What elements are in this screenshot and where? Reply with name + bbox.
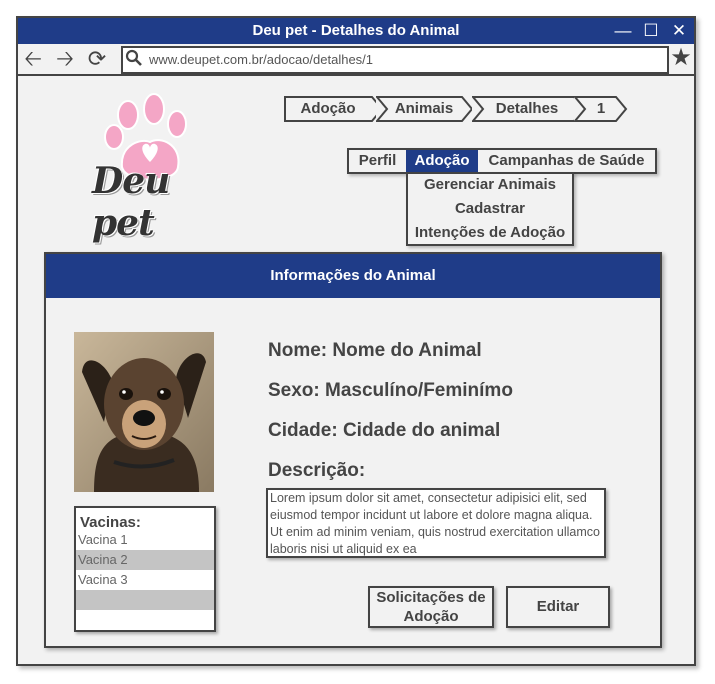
- menu-item-perfil[interactable]: Perfil: [349, 150, 406, 172]
- vacinas-list: Vacinas: Vacina 1 Vacina 2 Vacina 3: [74, 506, 216, 632]
- menu-item-adocao[interactable]: Adoção: [406, 150, 478, 172]
- animal-city: Cidade: Cidade do animal: [268, 420, 501, 441]
- back-arrow-icon[interactable]: 🡠: [20, 46, 46, 72]
- vacinas-title: Vacinas:: [80, 514, 141, 531]
- animal-info-panel: Informações do Animal Vacinas: Vacina 1 …: [44, 252, 662, 648]
- logo-text: Deu pet: [92, 160, 170, 244]
- search-icon: [125, 49, 142, 66]
- refresh-icon[interactable]: ⟳: [84, 46, 110, 72]
- url-text: www.deupet.com.br/adocao/detalhes/1: [149, 52, 374, 67]
- browser-window: Deu pet - Detalhes do Animal — ☐ ✕ 🡠 🡢 ⟳…: [16, 16, 696, 666]
- panel-title: Informações do Animal: [46, 254, 660, 298]
- animal-photo: [74, 332, 214, 492]
- dropdown-cadastrar[interactable]: Cadastrar: [408, 200, 572, 217]
- logo[interactable]: Deu pet: [84, 92, 214, 244]
- main-menu: Perfil Adoção Campanhas de Saúde: [347, 148, 657, 174]
- minimize-icon[interactable]: —: [610, 18, 636, 44]
- bookmark-star-icon[interactable]: ★: [668, 44, 694, 72]
- menu-item-campanhas[interactable]: Campanhas de Saúde: [478, 150, 655, 172]
- adocao-dropdown: Gerenciar Animais Cadastrar Intenções de…: [406, 172, 574, 246]
- list-item[interactable]: Vacina 2: [76, 550, 214, 570]
- list-item[interactable]: Vacina 1: [76, 530, 214, 550]
- animal-name: Nome: Nome do Animal: [268, 340, 482, 361]
- description-text: Lorem ipsum dolor sit amet, consectetur …: [266, 488, 606, 558]
- maximize-icon[interactable]: ☐: [638, 18, 664, 44]
- close-icon[interactable]: ✕: [666, 18, 692, 44]
- solicitacoes-adocao-button[interactable]: Solicitações de Adoção: [368, 586, 494, 628]
- description-label: Descrição:: [268, 460, 366, 481]
- title-bar: Deu pet - Detalhes do Animal — ☐ ✕: [18, 18, 694, 44]
- breadcrumb-animais[interactable]: Animais: [376, 96, 474, 122]
- list-item[interactable]: Vacina 3: [76, 570, 214, 590]
- url-field[interactable]: www.deupet.com.br/adocao/detalhes/1: [121, 46, 669, 74]
- forward-arrow-icon[interactable]: 🡢: [52, 46, 78, 72]
- breadcrumb-id[interactable]: 1: [574, 96, 630, 122]
- window-title: Deu pet - Detalhes do Animal: [252, 22, 460, 39]
- breadcrumb-detalhes[interactable]: Detalhes: [472, 96, 588, 122]
- dropdown-gerenciar-animais[interactable]: Gerenciar Animais: [408, 176, 572, 193]
- dropdown-intencoes-adocao[interactable]: Intenções de Adoção: [408, 224, 572, 241]
- list-item[interactable]: [76, 590, 214, 610]
- editar-button[interactable]: Editar: [506, 586, 610, 628]
- animal-sex: Sexo: Masculíno/Feminímo: [268, 380, 513, 401]
- breadcrumb-adocao[interactable]: Adoção: [284, 96, 384, 122]
- address-bar: 🡠 🡢 ⟳ www.deupet.com.br/adocao/detalhes/…: [18, 44, 694, 76]
